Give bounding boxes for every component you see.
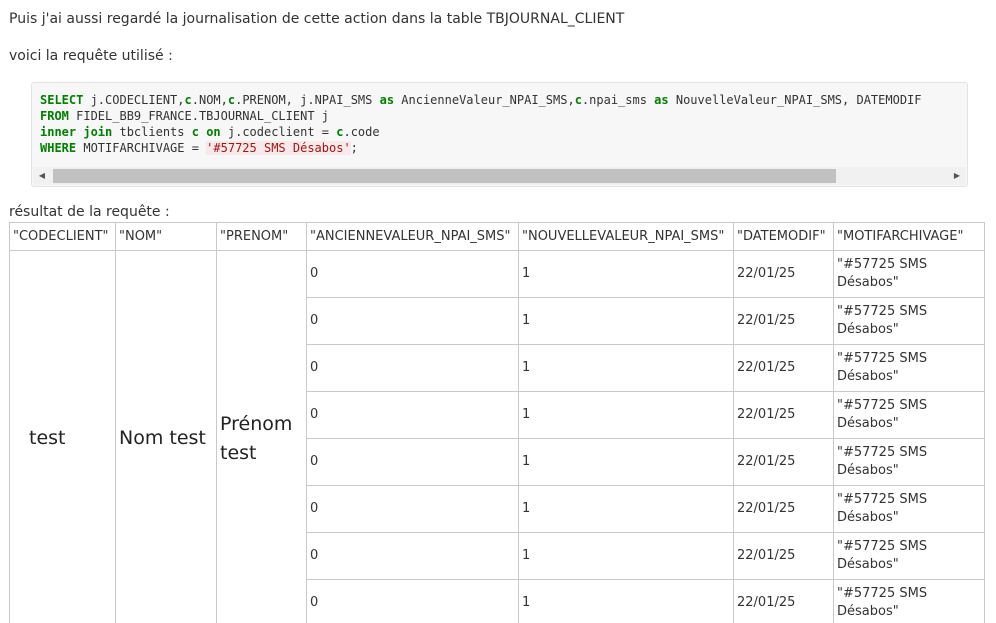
cell-ancienne: 0 — [306, 297, 519, 345]
code-token: AncienneValeur_NPAI_SMS, — [394, 93, 575, 107]
cell-nouvelle: 1 — [518, 297, 734, 345]
code-token: ; — [350, 141, 358, 155]
cell-nouvelle: 1 — [518, 532, 734, 580]
scroll-left-icon[interactable]: ◀ — [33, 167, 51, 185]
code-token: c — [191, 125, 199, 139]
result-label: résultat de la requête : — [9, 204, 170, 220]
cell-motif: "#57725 SMS Désabos" — [833, 438, 985, 486]
table-header-row: "CODECLIENT" "NOM" "PRENOM" "ANCIENNEVAL… — [9, 222, 985, 251]
masked-prenom-text: Prénom test — [220, 412, 293, 464]
code-line-1: SELECT j.CODECLIENT,c.NOM,c.PRENOM, j.NP… — [40, 93, 922, 107]
cell-datemodif: 22/01/25 — [733, 297, 834, 345]
cell-ancienne: 0 — [306, 344, 519, 392]
column-header: "PRENOM" — [216, 222, 307, 251]
cell-datemodif: 22/01/25 — [733, 344, 834, 392]
code-token: .npai_sms — [581, 93, 655, 107]
masked-nom: Nom test — [115, 250, 217, 623]
cell-ancienne: 0 — [306, 579, 519, 623]
scrollbar-thumb[interactable] — [53, 169, 836, 183]
code-token: NouvelleValeur_NPAI_SMS, DATEMODIF — [668, 93, 922, 107]
code-line-3: inner join tbclients c on j.codeclient =… — [40, 125, 380, 139]
code-token: c — [184, 93, 192, 107]
cell-datemodif: 22/01/25 — [733, 532, 834, 580]
code-token: j.codeclient = — [220, 125, 337, 139]
cell-motif: "#57725 SMS Désabos" — [833, 579, 985, 623]
code-token: FIDEL_BB9_FRANCE.TBJOURNAL_CLIENT j — [68, 109, 329, 123]
code-token: as — [654, 93, 669, 107]
cell-datemodif: 22/01/25 — [733, 579, 834, 623]
cell-ancienne: 0 — [306, 485, 519, 533]
code-token: .code — [343, 125, 380, 139]
column-header: "CODECLIENT" — [9, 222, 116, 251]
table-row: test Nom test Prénom test 0 1 22/01/25 "… — [9, 250, 985, 623]
code-token: tbclients — [112, 125, 192, 139]
code-token: c — [574, 93, 582, 107]
sql-code: SELECT j.CODECLIENT,c.NOM,c.PRENOM, j.NP… — [40, 92, 922, 156]
cell-motif: "#57725 SMS Désabos" — [833, 250, 985, 298]
cell-nouvelle: 1 — [518, 391, 734, 439]
masked-codeclient: test — [9, 250, 116, 623]
scroll-right-icon[interactable]: ▶ — [948, 167, 966, 185]
code-token: .NOM, — [191, 93, 228, 107]
cell-ancienne: 0 — [306, 438, 519, 486]
cell-nouvelle: 1 — [518, 438, 734, 486]
column-header: "DATEMODIF" — [733, 222, 834, 251]
column-header: "ANCIENNEVALEUR_NPAI_SMS" — [306, 222, 519, 251]
column-header: "MOTIFARCHIVAGE" — [833, 222, 985, 251]
horizontal-scrollbar[interactable]: ◀ ▶ — [33, 167, 966, 185]
code-token: MOTIFARCHIVAGE = — [76, 141, 207, 155]
code-token: .PRENOM, j.NPAI_SMS — [235, 93, 380, 107]
code-token: as — [379, 93, 395, 107]
sql-code-block[interactable]: SELECT j.CODECLIENT,c.NOM,c.PRENOM, j.NP… — [31, 82, 968, 187]
masked-prenom: Prénom test — [216, 250, 307, 623]
masked-codeclient-text: test — [29, 427, 66, 449]
code-line-2: FROM FIDEL_BB9_FRANCE.TBJOURNAL_CLIENT j — [40, 109, 329, 123]
cell-ancienne: 0 — [306, 532, 519, 580]
code-line-4: WHERE MOTIFARCHIVAGE = '#57725 SMS Désab… — [40, 141, 358, 155]
cell-motif: "#57725 SMS Désabos" — [833, 297, 985, 345]
masked-nom-text: Nom test — [119, 427, 206, 449]
code-token: j.CODECLIENT, — [83, 93, 185, 107]
cell-ancienne: 0 — [306, 250, 519, 298]
cell-datemodif: 22/01/25 — [733, 438, 834, 486]
cell-motif: "#57725 SMS Désabos" — [833, 532, 985, 580]
column-header: "NOM" — [115, 222, 217, 251]
code-token: on — [206, 125, 221, 139]
cell-motif: "#57725 SMS Désabos" — [833, 344, 985, 392]
column-header: "NOUVELLEVALEUR_NPAI_SMS" — [518, 222, 734, 251]
cell-datemodif: 22/01/25 — [733, 250, 834, 298]
results-table: "CODECLIENT" "NOM" "PRENOM" "ANCIENNEVAL… — [9, 222, 985, 623]
code-string: '#57725 SMS Désabos' — [206, 141, 351, 155]
cell-motif: "#57725 SMS Désabos" — [833, 485, 985, 533]
cell-datemodif: 22/01/25 — [733, 485, 834, 533]
cell-nouvelle: 1 — [518, 344, 734, 392]
forum-post: Puis j'ai aussi regardé la journalisatio… — [0, 0, 996, 623]
cell-motif: "#57725 SMS Désabos" — [833, 391, 985, 439]
cell-nouvelle: 1 — [518, 579, 734, 623]
query-label: voici la requête utilisé : — [9, 48, 173, 64]
code-token: inner join — [40, 125, 113, 139]
cell-datemodif: 22/01/25 — [733, 391, 834, 439]
code-token: SELECT — [40, 93, 84, 107]
code-token: WHERE — [40, 141, 77, 155]
intro-text: Puis j'ai aussi regardé la journalisatio… — [9, 11, 625, 27]
cell-nouvelle: 1 — [518, 485, 734, 533]
cell-ancienne: 0 — [306, 391, 519, 439]
cell-nouvelle: 1 — [518, 250, 734, 298]
code-token: FROM — [40, 109, 69, 123]
